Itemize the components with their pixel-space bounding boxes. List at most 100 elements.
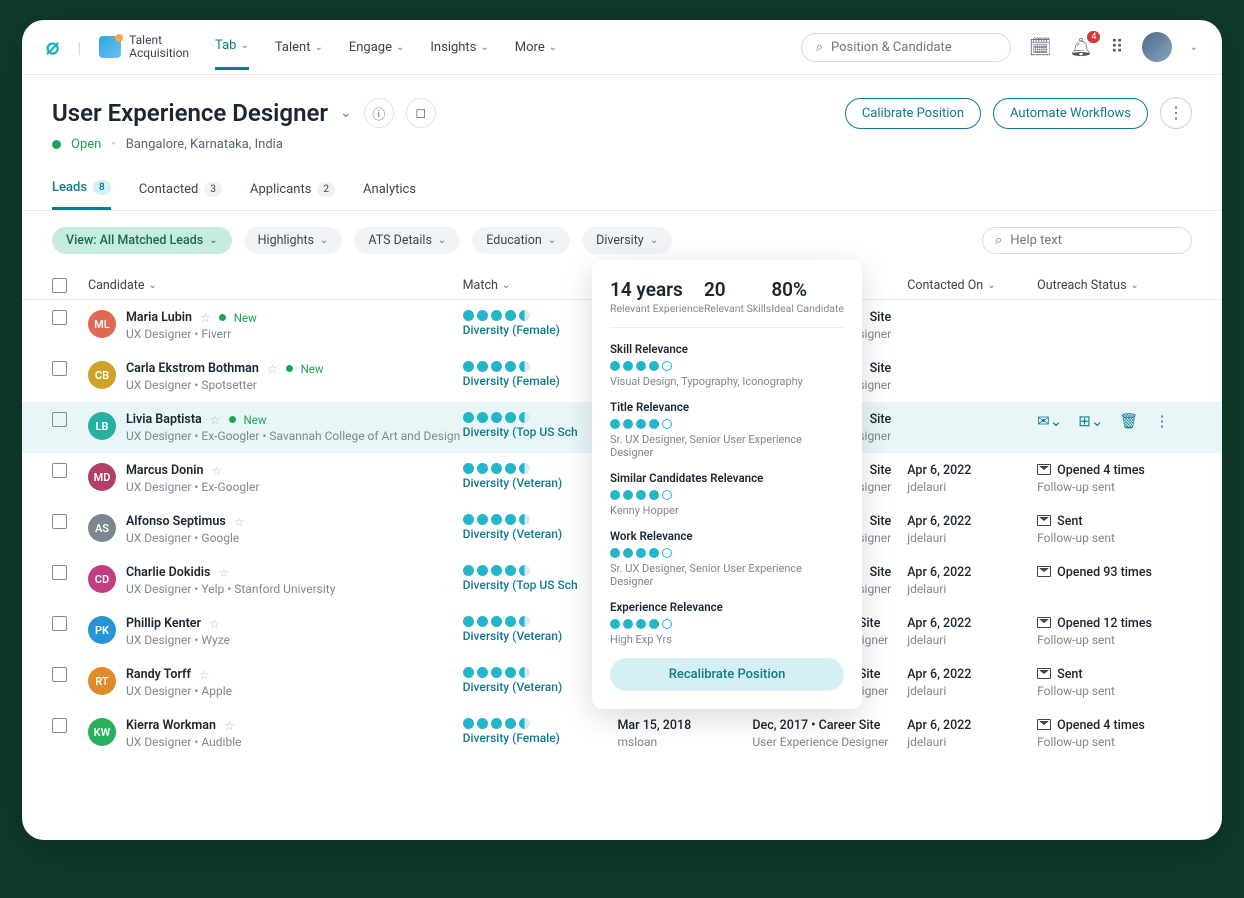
tab-leads[interactable]: Leads8 — [52, 180, 111, 210]
select-all-checkbox[interactable] — [52, 278, 67, 293]
recalibrate-button[interactable]: Recalibrate Position — [610, 658, 844, 691]
candidate-subtitle: UX Designer • Audible — [126, 735, 242, 749]
row-checkbox[interactable] — [52, 463, 67, 478]
candidate-avatar: LB — [88, 412, 116, 440]
star-icon[interactable]: ☆ — [209, 617, 220, 631]
more-actions-icon[interactable]: ⋮ — [1160, 97, 1192, 129]
more-action-icon[interactable]: ⋮ — [1154, 412, 1169, 430]
col-outreach[interactable]: Outreach Status⌄ — [1037, 278, 1192, 293]
module-selector[interactable]: Talent Acquisition — [99, 34, 189, 60]
col-contacted[interactable]: Contacted On⌄ — [907, 278, 1037, 293]
global-search[interactable]: ⌕ — [801, 33, 1011, 62]
notifications-icon[interactable]: 🔔︎4 — [1070, 37, 1093, 58]
row-checkbox[interactable] — [52, 361, 67, 376]
tab-analytics[interactable]: Analytics — [363, 180, 416, 210]
table-row[interactable]: KWKierra Workman☆UX Designer • AudibleDi… — [22, 708, 1222, 759]
nav-item-engage[interactable]: Engage⌄ — [349, 38, 405, 70]
candidate-name: Livia Baptista — [126, 412, 202, 427]
archive-action-icon[interactable]: 🗑︎ — [1119, 412, 1138, 430]
page-title: User Experience Designer — [52, 99, 328, 127]
star-icon[interactable]: ☆ — [234, 515, 245, 529]
candidate-subtitle: UX Designer • Apple — [126, 684, 232, 698]
candidate-avatar: PK — [88, 616, 116, 644]
diversity-tag: Diversity (Female) — [463, 731, 618, 745]
popover-section: Work RelevanceSr. UX Designer, Senior Us… — [610, 529, 844, 588]
candidate-subtitle: UX Designer • Ex-Googler — [126, 480, 259, 494]
nav-item-tab[interactable]: Tab⌄ — [215, 38, 249, 70]
nav-item-more[interactable]: More⌄ — [515, 38, 557, 70]
module-icon — [99, 36, 121, 58]
candidate-subtitle: UX Designer • Google — [126, 531, 245, 545]
search-icon: ⌕ — [816, 40, 823, 55]
bookmark-icon[interactable]: ◻ — [406, 98, 436, 128]
candidate-avatar: MD — [88, 463, 116, 491]
popover-section: Experience RelevanceHigh Exp Yrs — [610, 600, 844, 646]
star-icon[interactable]: ☆ — [199, 668, 210, 682]
star-icon[interactable]: ☆ — [267, 362, 278, 376]
mail-icon — [1037, 566, 1051, 577]
filter-chip-ats-details[interactable]: ATS Details⌄ — [354, 227, 460, 254]
candidate-avatar: CB — [88, 361, 116, 389]
star-icon[interactable]: ☆ — [200, 311, 211, 325]
new-label: New — [234, 311, 257, 325]
calibrate-button[interactable]: Calibrate Position — [845, 98, 981, 129]
chevron-down-icon[interactable]: ⌄ — [1190, 42, 1198, 53]
help-search-input[interactable] — [1010, 233, 1179, 248]
row-actions: ✉⌄ ⊞⌄ 🗑︎ ⋮ — [1037, 412, 1192, 430]
help-search[interactable]: ⌕ — [982, 227, 1192, 254]
candidate-subtitle: UX Designer • Fiverr — [126, 327, 257, 341]
candidate-name: Alfonso Septimus — [126, 514, 226, 529]
new-dot — [229, 416, 236, 423]
info-icon[interactable]: ⓘ — [364, 98, 394, 128]
row-checkbox[interactable] — [52, 514, 67, 529]
mail-icon — [1037, 668, 1051, 679]
popover-section: Similar Candidates RelevanceKenny Hopper — [610, 471, 844, 517]
row-checkbox[interactable] — [52, 616, 67, 631]
workflow-action-icon[interactable]: ⊞⌄ — [1078, 412, 1103, 430]
row-checkbox[interactable] — [52, 718, 67, 733]
row-checkbox[interactable] — [52, 565, 67, 580]
candidate-avatar: RT — [88, 667, 116, 695]
match-rating — [463, 718, 618, 729]
automate-button[interactable]: Automate Workflows — [993, 98, 1148, 129]
filter-chip-education[interactable]: Education⌄ — [472, 227, 570, 254]
candidate-name: Randy Torff — [126, 667, 191, 682]
candidate-avatar: CD — [88, 565, 116, 593]
candidate-subtitle: UX Designer • Ex-Googler • Savannah Coll… — [126, 429, 460, 443]
calendar-icon[interactable]: 🗓︎ — [1029, 37, 1052, 58]
search-input[interactable] — [831, 40, 997, 55]
apps-grid-icon[interactable]: ⠿ — [1110, 37, 1123, 58]
chevron-down-icon: ⌄ — [314, 42, 322, 53]
nav-menu: Tab⌄Talent⌄Engage⌄Insights⌄More⌄ — [215, 38, 557, 56]
user-avatar[interactable] — [1142, 32, 1172, 62]
star-icon[interactable]: ☆ — [210, 413, 221, 427]
popover-stat: 80%Ideal Candidate — [771, 278, 844, 315]
nav-item-talent[interactable]: Talent⌄ — [275, 38, 323, 70]
nav-item-insights[interactable]: Insights⌄ — [430, 38, 488, 70]
row-checkbox[interactable] — [52, 310, 67, 325]
candidate-name: Kierra Workman — [126, 718, 216, 733]
popover-stat: 14 yearsRelevant Experience — [610, 278, 704, 315]
row-checkbox[interactable] — [52, 667, 67, 682]
chevron-down-icon: ⌄ — [480, 42, 488, 53]
filter-chip-diversity[interactable]: Diversity⌄ — [582, 227, 672, 254]
candidate-avatar: ML — [88, 310, 116, 338]
popover-stat: 20Relevant Skills — [704, 278, 771, 315]
tab-applicants[interactable]: Applicants2 — [250, 180, 335, 210]
notif-badge: 4 — [1087, 31, 1100, 43]
section-tabs: Leads8 Contacted3 Applicants2 Analytics — [22, 162, 1222, 211]
filter-chip-highlights[interactable]: Highlights⌄ — [244, 227, 343, 254]
col-candidate[interactable]: Candidate⌄ — [88, 278, 463, 293]
tab-contacted[interactable]: Contacted3 — [139, 180, 222, 210]
view-chip[interactable]: View: All Matched Leads⌄ — [52, 227, 232, 254]
star-icon[interactable]: ☆ — [211, 464, 222, 478]
star-icon[interactable]: ☆ — [218, 566, 229, 580]
candidate-name: Maria Lubin — [126, 310, 192, 325]
title-dropdown[interactable]: ⌄ — [340, 105, 352, 121]
new-dot — [219, 314, 226, 321]
chevron-down-icon: ⌄ — [396, 42, 404, 53]
star-icon[interactable]: ☆ — [224, 719, 235, 733]
mail-icon — [1037, 515, 1051, 526]
email-action-icon[interactable]: ✉⌄ — [1037, 412, 1062, 430]
row-checkbox[interactable] — [52, 412, 67, 427]
